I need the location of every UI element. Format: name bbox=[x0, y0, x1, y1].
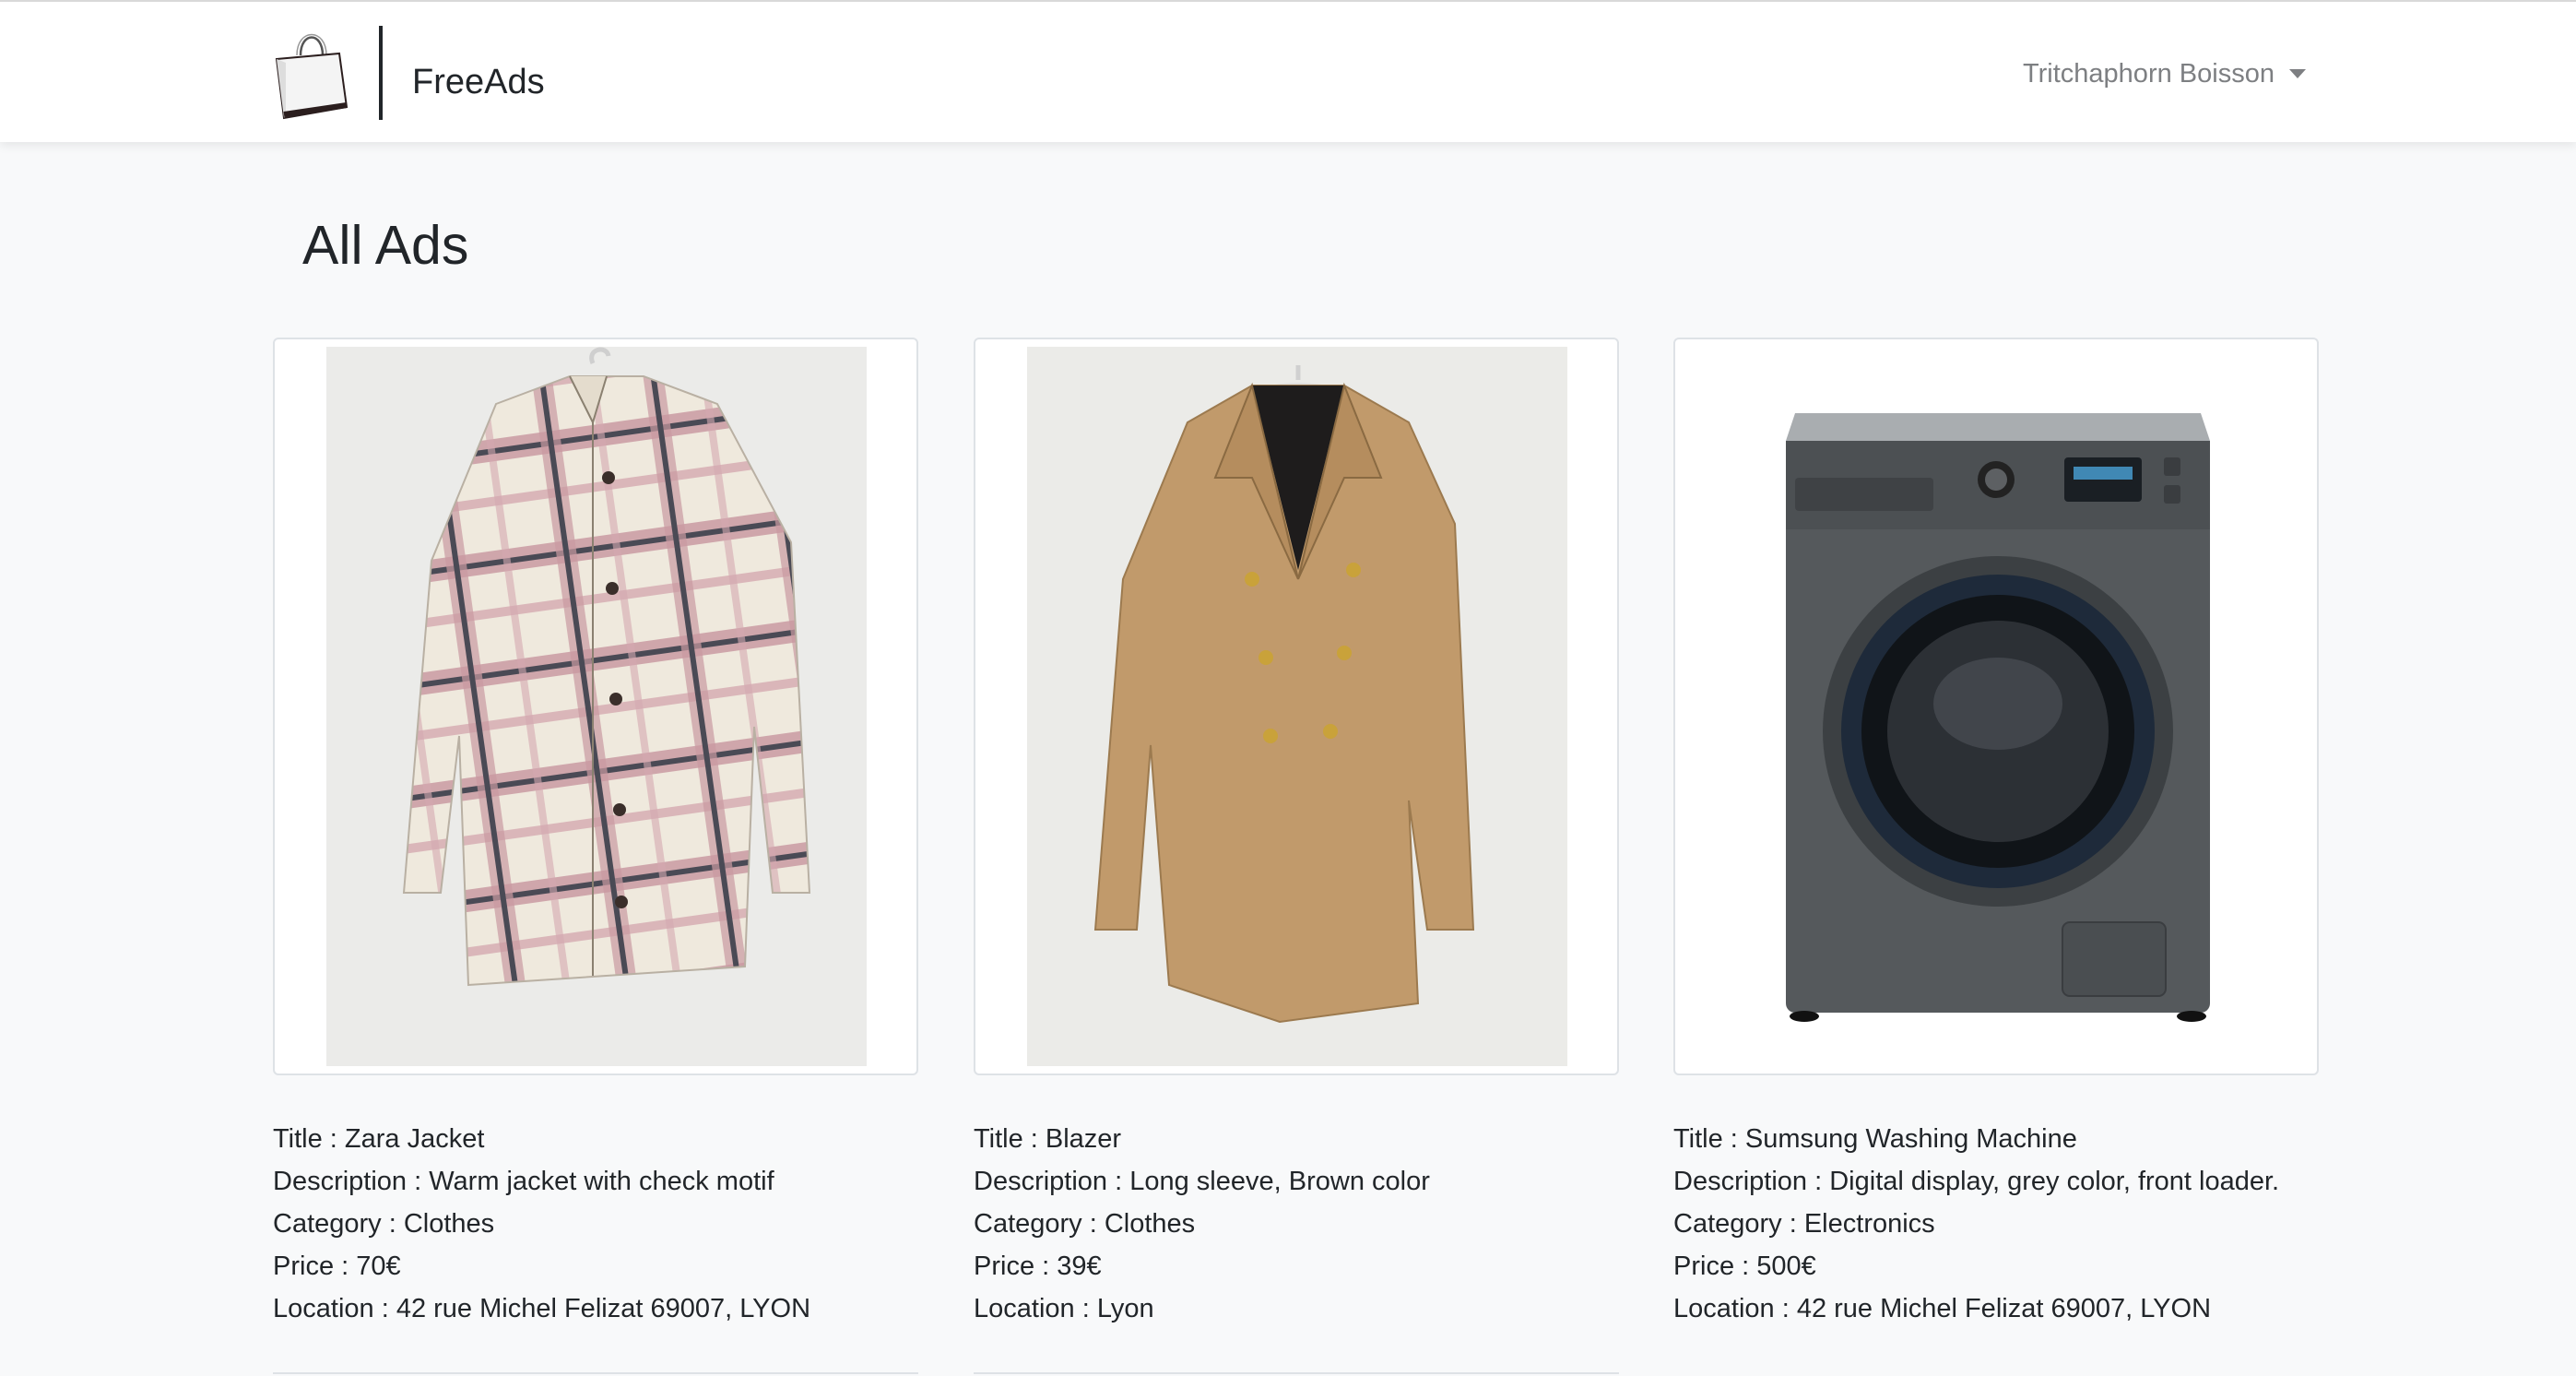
plaid-jacket-photo[interactable] bbox=[275, 339, 918, 1075]
brand-name[interactable]: FreeAds bbox=[412, 59, 545, 105]
ad-category: Category : Clothes bbox=[273, 1209, 495, 1239]
user-menu-dropdown[interactable]: Tritchaphorn Boisson bbox=[2023, 53, 2306, 94]
ad-category: Category : Electronics bbox=[1673, 1209, 1935, 1239]
camel-blazer-photo[interactable] bbox=[975, 339, 1619, 1075]
ad-location: Location : Lyon bbox=[974, 1294, 1154, 1323]
user-name[interactable]: Tritchaphorn Boisson bbox=[2023, 53, 2275, 94]
ad-details: Title : Zara Jacket Description : Warm j… bbox=[273, 1118, 937, 1330]
ad-title: Title : Sumsung Washing Machine bbox=[1673, 1124, 2077, 1154]
ad-price: Price : 70€ bbox=[273, 1251, 401, 1281]
shopping-bag-icon[interactable] bbox=[273, 28, 350, 120]
ad-title: Title : Zara Jacket bbox=[273, 1124, 485, 1154]
page-title: All Ads bbox=[302, 215, 469, 276]
brand-divider bbox=[379, 26, 383, 120]
ad-location: Location : 42 rue Michel Felizat 69007, … bbox=[1673, 1294, 2212, 1323]
ad-description: Description : Warm jacket with check mot… bbox=[273, 1167, 774, 1196]
ad-details: Title : Sumsung Washing Machine Descript… bbox=[1673, 1118, 2337, 1330]
caret-down-icon[interactable] bbox=[2288, 69, 2306, 78]
ad-description: Description : Long sleeve, Brown color bbox=[974, 1167, 1430, 1196]
ad-location: Location : 42 rue Michel Felizat 69007, … bbox=[273, 1294, 811, 1323]
washing-machine-photo[interactable] bbox=[1675, 339, 2319, 1075]
ad-details: Title : Blazer Description : Long sleeve… bbox=[974, 1118, 1637, 1330]
ad-price: Price : 39€ bbox=[974, 1251, 1102, 1281]
ad-title: Title : Blazer bbox=[974, 1124, 1122, 1154]
navbar: FreeAds Tritchaphorn Boisson bbox=[0, 0, 2576, 142]
ad-description: Description : Digital display, grey colo… bbox=[1673, 1167, 2280, 1196]
next-ad-card-edge bbox=[273, 1372, 918, 1376]
ad-image-frame[interactable] bbox=[974, 338, 1619, 1075]
ad-image-frame[interactable] bbox=[1673, 338, 2319, 1075]
next-ad-card-edge bbox=[974, 1372, 1619, 1376]
ad-price: Price : 500€ bbox=[1673, 1251, 1816, 1281]
ad-image-frame[interactable] bbox=[273, 338, 918, 1075]
ad-category: Category : Clothes bbox=[974, 1209, 1196, 1239]
